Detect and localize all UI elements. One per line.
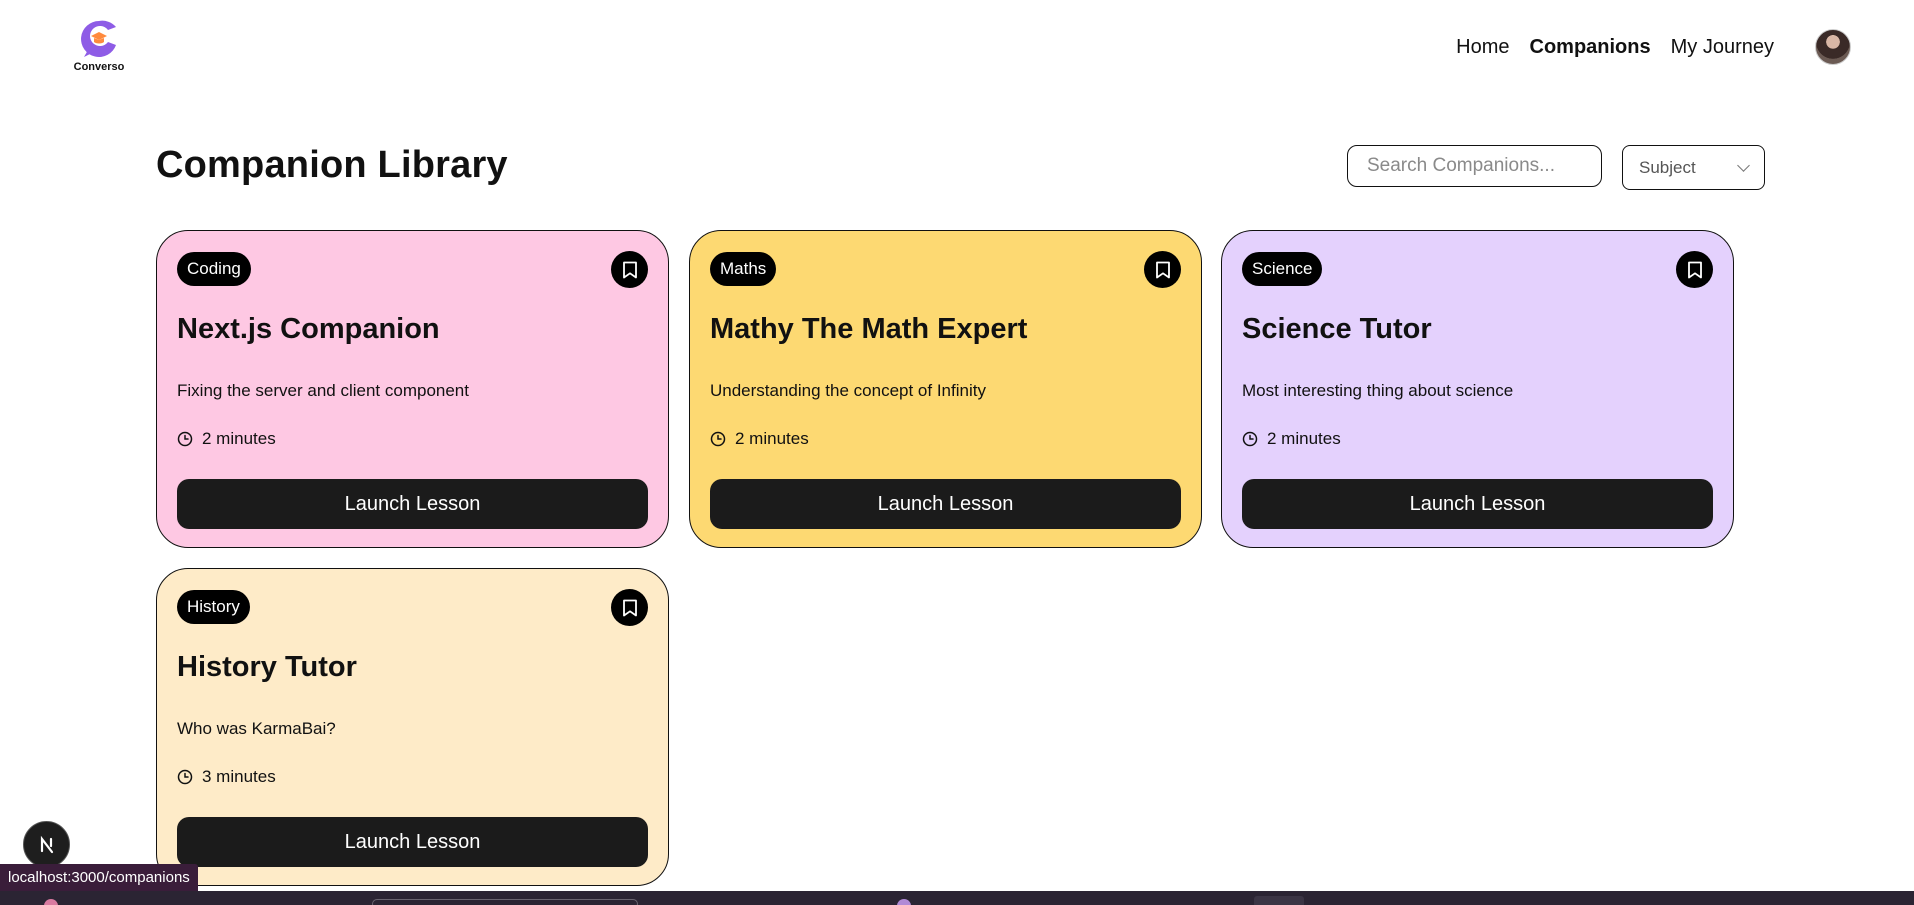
companion-title: Next.js Companion (177, 313, 440, 345)
launch-lesson-button[interactable]: Launch Lesson (1242, 479, 1713, 529)
bookmark-button[interactable] (611, 589, 648, 626)
nav-link-my-journey[interactable]: My Journey (1671, 36, 1774, 59)
bookmark-icon (622, 261, 637, 278)
launch-lesson-button[interactable]: Launch Lesson (177, 817, 648, 867)
search-input[interactable] (1347, 145, 1602, 187)
bookmark-icon (1687, 261, 1702, 278)
chevron-down-icon (1737, 158, 1750, 172)
subject-badge: Coding (177, 252, 251, 286)
duration-label: 2 minutes (1267, 429, 1341, 448)
companion-topic: Understanding the concept of Infinity (710, 381, 986, 400)
brand-name: Converso (73, 61, 125, 73)
companion-card: Maths Mathy The Math Expert Understandin… (689, 230, 1202, 548)
companion-card: History History Tutor Who was KarmaBai? … (156, 568, 669, 886)
taskbar-app-icon[interactable] (1254, 896, 1304, 905)
subject-badge: Maths (710, 252, 777, 286)
companion-topic: Fixing the server and client component (177, 381, 469, 400)
companion-card: Science Science Tutor Most interesting t… (1221, 230, 1734, 548)
launch-lesson-button[interactable]: Launch Lesson (710, 479, 1181, 529)
nav-link-companions[interactable]: Companions (1530, 36, 1651, 59)
bookmark-icon (1155, 261, 1170, 278)
clock-icon (177, 769, 193, 785)
bookmark-button[interactable] (611, 251, 648, 288)
subject-badge: History (177, 590, 250, 624)
page-title: Companion Library (156, 144, 508, 186)
status-bar-url: localhost:3000/companions (0, 864, 198, 891)
duration-row: 2 minutes (710, 429, 809, 449)
duration-row: 3 minutes (177, 767, 276, 787)
companion-title: Science Tutor (1242, 313, 1432, 345)
companion-topic: Most interesting thing about science (1242, 381, 1514, 400)
bookmark-button[interactable] (1144, 251, 1181, 288)
clock-icon (710, 431, 726, 447)
subject-badge: Science (1242, 252, 1323, 286)
os-taskbar (0, 891, 1914, 905)
companion-card: Coding Next.js Companion Fixing the serv… (156, 230, 669, 548)
nav-links: Home Companions My Journey (1456, 36, 1774, 59)
duration-label: 3 minutes (202, 767, 276, 786)
navbar: Converso Home Companions My Journey (0, 0, 1914, 96)
subject-filter-label: Subject (1639, 157, 1696, 177)
nextjs-logo-icon (40, 835, 53, 853)
subject-filter-select[interactable]: Subject (1622, 145, 1765, 190)
nav-link-home[interactable]: Home (1456, 36, 1509, 59)
duration-label: 2 minutes (735, 429, 809, 448)
converso-logo-icon (81, 20, 116, 57)
nextjs-dev-badge[interactable] (23, 821, 70, 868)
clock-icon (1242, 431, 1258, 447)
companion-title: History Tutor (177, 651, 357, 683)
bookmark-icon (622, 599, 637, 616)
bookmark-button[interactable] (1676, 251, 1713, 288)
user-avatar[interactable] (1815, 29, 1851, 65)
launch-lesson-button[interactable]: Launch Lesson (177, 479, 648, 529)
duration-row: 2 minutes (1242, 429, 1341, 449)
brand-logo[interactable]: Converso (72, 18, 126, 76)
companion-title: Mathy The Math Expert (710, 313, 1028, 345)
clock-icon (177, 431, 193, 447)
taskbar-search-box[interactable] (372, 899, 638, 905)
companion-topic: Who was KarmaBai? (177, 719, 336, 738)
duration-row: 2 minutes (177, 429, 276, 449)
duration-label: 2 minutes (202, 429, 276, 448)
